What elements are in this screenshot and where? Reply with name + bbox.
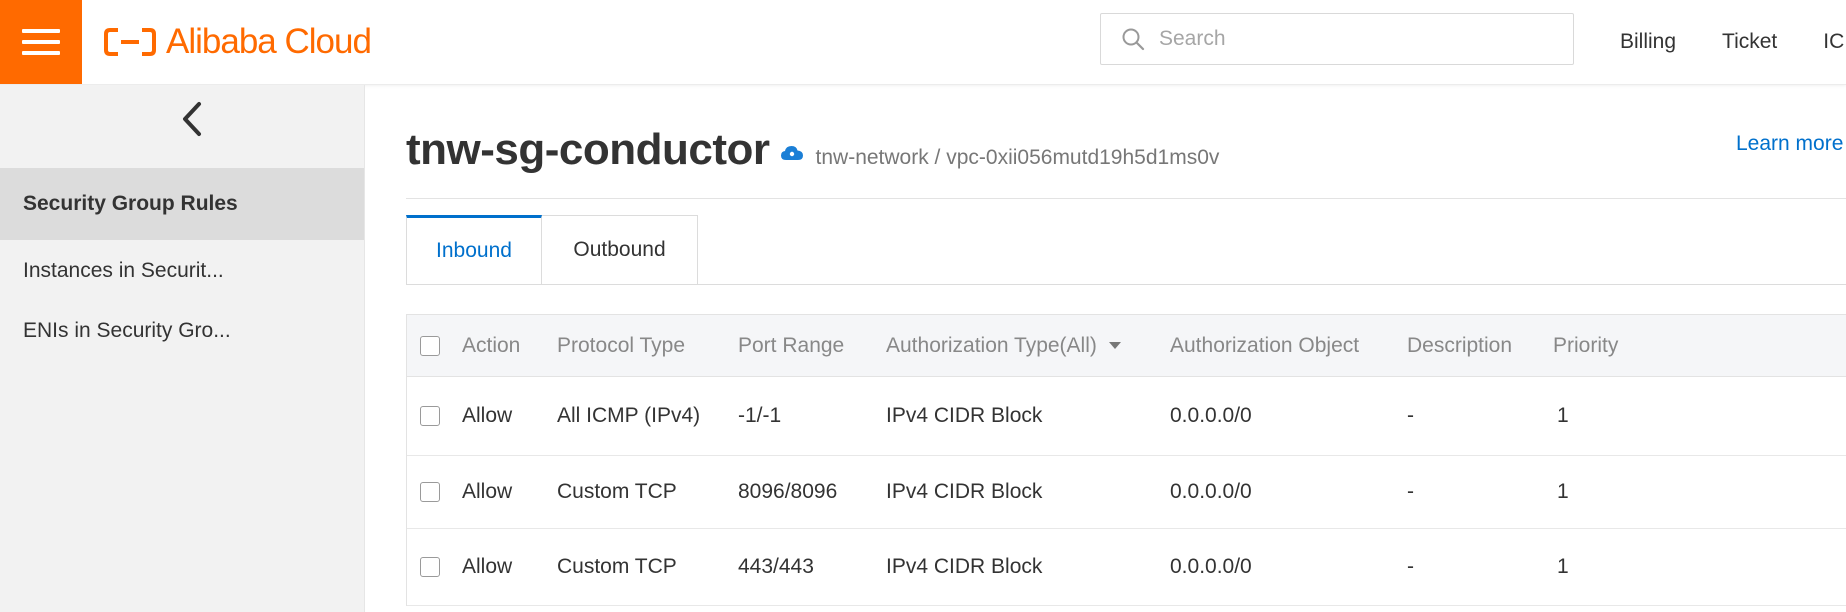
select-all-checkbox[interactable] xyxy=(420,335,440,356)
cell-auth-object: 0.0.0.0/0 xyxy=(1170,480,1252,503)
alibaba-cloud-logo-icon xyxy=(104,28,156,56)
title-row: tnw-sg-conductor tnw-network / vpc-0xii0… xyxy=(406,125,1219,175)
sidebar: Security Group Rules Instances in Securi… xyxy=(0,85,365,612)
divider xyxy=(406,198,1846,199)
cell-action: Allow xyxy=(462,555,513,578)
table-header: Action Protocol Type Port Range Authoriz… xyxy=(407,314,1846,377)
cell-auth-object: 0.0.0.0/0 xyxy=(1170,555,1252,578)
hamburger-menu-icon[interactable] xyxy=(0,0,82,84)
cell-port: 443/443 xyxy=(738,555,814,578)
page-title: tnw-sg-conductor xyxy=(406,125,770,174)
sidebar-item-security-group-rules[interactable]: Security Group Rules xyxy=(0,168,364,240)
cell-auth-object: 0.0.0.0/0 xyxy=(1170,404,1252,427)
main-content: tnw-sg-conductor tnw-network / vpc-0xii0… xyxy=(365,85,1846,612)
learn-more-link[interactable]: Learn more xyxy=(1736,132,1843,156)
top-bar: Alibaba Cloud Billing Ticket IC xyxy=(0,0,1846,85)
cell-description: - xyxy=(1407,480,1414,503)
collapse-sidebar-button[interactable] xyxy=(172,99,212,139)
tabs-baseline xyxy=(406,284,1846,285)
header-priority: Priority xyxy=(1553,333,1619,357)
table-row: Allow Custom TCP 443/443 IPv4 CIDR Block… xyxy=(407,529,1846,606)
cell-priority: 1 xyxy=(1557,480,1569,503)
row-checkbox[interactable] xyxy=(420,557,440,577)
header-port-range: Port Range xyxy=(738,333,845,357)
chevron-left-icon xyxy=(183,102,201,136)
cell-auth-type: IPv4 CIDR Block xyxy=(886,480,1043,503)
cell-priority: 1 xyxy=(1557,404,1569,427)
cell-action: Allow xyxy=(462,480,513,503)
tabs: Inbound Outbound xyxy=(406,215,698,285)
cell-description: - xyxy=(1407,555,1414,578)
nav-billing[interactable]: Billing xyxy=(1620,30,1676,54)
cell-auth-type: IPv4 CIDR Block xyxy=(886,555,1043,578)
tab-outbound[interactable]: Outbound xyxy=(542,215,698,285)
search-input[interactable] xyxy=(1157,26,1561,52)
cell-port: -1/-1 xyxy=(738,404,782,427)
cell-auth-type: IPv4 CIDR Block xyxy=(886,404,1043,427)
nav-icp[interactable]: IC xyxy=(1823,30,1844,54)
table-row: Allow All ICMP (IPv4) -1/-1 IPv4 CIDR Bl… xyxy=(407,377,1846,456)
search-icon xyxy=(1122,28,1145,51)
select-all-cell xyxy=(420,315,440,376)
header-authorization-object: Authorization Object xyxy=(1170,333,1360,357)
header-authorization-type-label: Authorization Type(All) xyxy=(886,333,1097,357)
cell-priority: 1 xyxy=(1557,555,1569,578)
search-box[interactable] xyxy=(1100,13,1574,65)
cloud-icon xyxy=(780,146,803,160)
cell-protocol: Custom TCP xyxy=(557,555,677,578)
tab-inbound[interactable]: Inbound xyxy=(406,215,542,285)
row-checkbox[interactable] xyxy=(420,406,440,426)
header-authorization-type[interactable]: Authorization Type(All) xyxy=(886,315,1121,376)
header-action: Action xyxy=(462,333,521,357)
nav-ticket[interactable]: Ticket xyxy=(1722,30,1777,54)
sidebar-item-enis[interactable]: ENIs in Security Gro... xyxy=(0,295,364,367)
row-checkbox[interactable] xyxy=(420,482,440,502)
rules-table: Action Protocol Type Port Range Authoriz… xyxy=(406,314,1846,606)
header-protocol-type: Protocol Type xyxy=(557,333,686,357)
cell-action: Allow xyxy=(462,404,513,427)
table-row: Allow Custom TCP 8096/8096 IPv4 CIDR Blo… xyxy=(407,456,1846,529)
top-nav: Billing Ticket IC xyxy=(1620,0,1844,84)
logo-text: Alibaba Cloud xyxy=(166,22,372,61)
breadcrumb: tnw-network / vpc-0xii056mutd19h5d1ms0v xyxy=(815,146,1220,169)
cell-description: - xyxy=(1407,404,1414,427)
cell-protocol: All ICMP (IPv4) xyxy=(557,404,701,427)
cell-port: 8096/8096 xyxy=(738,480,838,503)
cell-protocol: Custom TCP xyxy=(557,480,677,503)
caret-down-icon[interactable] xyxy=(1108,342,1121,349)
alibaba-cloud-logo[interactable]: Alibaba Cloud xyxy=(104,20,372,64)
header-description: Description xyxy=(1407,333,1513,357)
